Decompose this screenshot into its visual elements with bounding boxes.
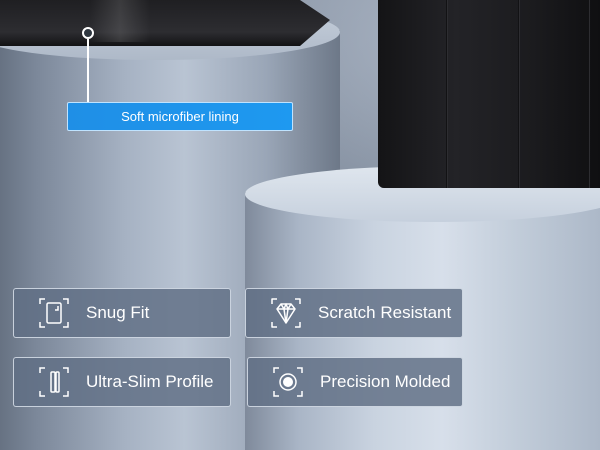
callout-label: Soft microfiber lining	[121, 109, 239, 124]
target-circle-icon	[270, 364, 306, 400]
pointer-dot	[82, 27, 94, 39]
case-fold	[588, 0, 590, 188]
feature-badge-ultra-slim-profile: Ultra-Slim Profile	[13, 357, 231, 407]
feature-label: Scratch Resistant	[318, 303, 452, 322]
case-highlight	[90, 0, 150, 42]
feature-label: Precision Molded	[320, 372, 451, 391]
case-fold	[446, 0, 448, 188]
pointer-line	[87, 39, 89, 102]
feature-badge-snug-fit: Snug Fit	[13, 288, 231, 338]
diamond-icon	[268, 295, 304, 331]
product-scene: Soft microfiber lining Snug Fit Scratch …	[0, 0, 600, 450]
feature-label: Snug Fit	[86, 303, 150, 322]
tablet-case-left	[0, 0, 330, 46]
microfiber-callout: Soft microfiber lining	[67, 102, 293, 131]
tablet-case-right	[378, 0, 600, 188]
tablet-icon	[36, 295, 72, 331]
slim-profile-icon	[36, 364, 72, 400]
case-fold	[518, 0, 520, 188]
feature-badge-scratch-resistant: Scratch Resistant	[245, 288, 463, 338]
feature-badge-precision-molded: Precision Molded	[247, 357, 463, 407]
feature-label: Ultra-Slim Profile	[86, 372, 214, 391]
